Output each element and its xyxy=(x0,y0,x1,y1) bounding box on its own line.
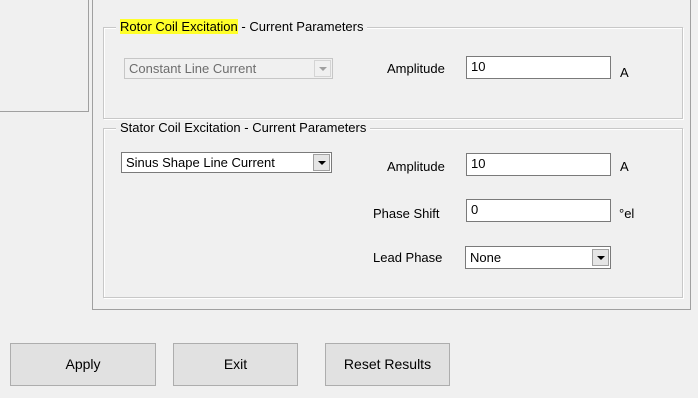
apply-button[interactable]: Apply xyxy=(10,343,156,386)
chevron-down-icon xyxy=(597,256,605,260)
phase-shift-label: Phase Shift xyxy=(373,206,440,221)
rotor-amplitude-input[interactable]: 10 xyxy=(466,56,611,79)
phase-shift-unit: °el xyxy=(619,206,635,221)
chevron-down-icon xyxy=(319,67,327,71)
phase-shift-input[interactable]: 0 xyxy=(466,199,611,222)
stator-amplitude-input[interactable]: 10 xyxy=(466,153,611,176)
stator-amplitude-label: Amplitude xyxy=(387,159,445,174)
dialog-window: Rotor Coil Excitation - Current Paramete… xyxy=(0,0,698,398)
stator-mode-dropdown-button[interactable] xyxy=(313,154,330,171)
lead-phase-value: None xyxy=(470,250,502,265)
lead-phase-label: Lead Phase xyxy=(373,250,443,265)
left-panel xyxy=(0,0,89,112)
stator-mode-value: Sinus Shape Line Current xyxy=(126,155,275,170)
rotor-group-title: Rotor Coil Excitation - Current Paramete… xyxy=(116,19,368,35)
rotor-amplitude-label: Amplitude xyxy=(387,61,445,76)
reset-results-button[interactable]: Reset Results xyxy=(325,343,450,386)
rotor-mode-value: Constant Line Current xyxy=(129,61,257,76)
rotor-mode-dropdown-button[interactable] xyxy=(314,60,331,77)
chevron-down-icon xyxy=(318,161,326,165)
rotor-mode-dropdown[interactable]: Constant Line Current xyxy=(124,58,333,79)
rotor-title-highlight: Rotor Coil Excitation xyxy=(120,19,238,34)
stator-amplitude-unit: A xyxy=(620,159,629,174)
lead-phase-dropdown[interactable]: None xyxy=(465,246,611,269)
stator-group-title: Stator Coil Excitation - Current Paramet… xyxy=(116,120,371,136)
stator-mode-dropdown[interactable]: Sinus Shape Line Current xyxy=(121,152,332,173)
rotor-title-rest: - Current Parameters xyxy=(237,19,364,34)
rotor-amplitude-unit: A xyxy=(620,65,629,80)
exit-button[interactable]: Exit xyxy=(173,343,298,386)
lead-phase-dropdown-button[interactable] xyxy=(592,249,609,266)
